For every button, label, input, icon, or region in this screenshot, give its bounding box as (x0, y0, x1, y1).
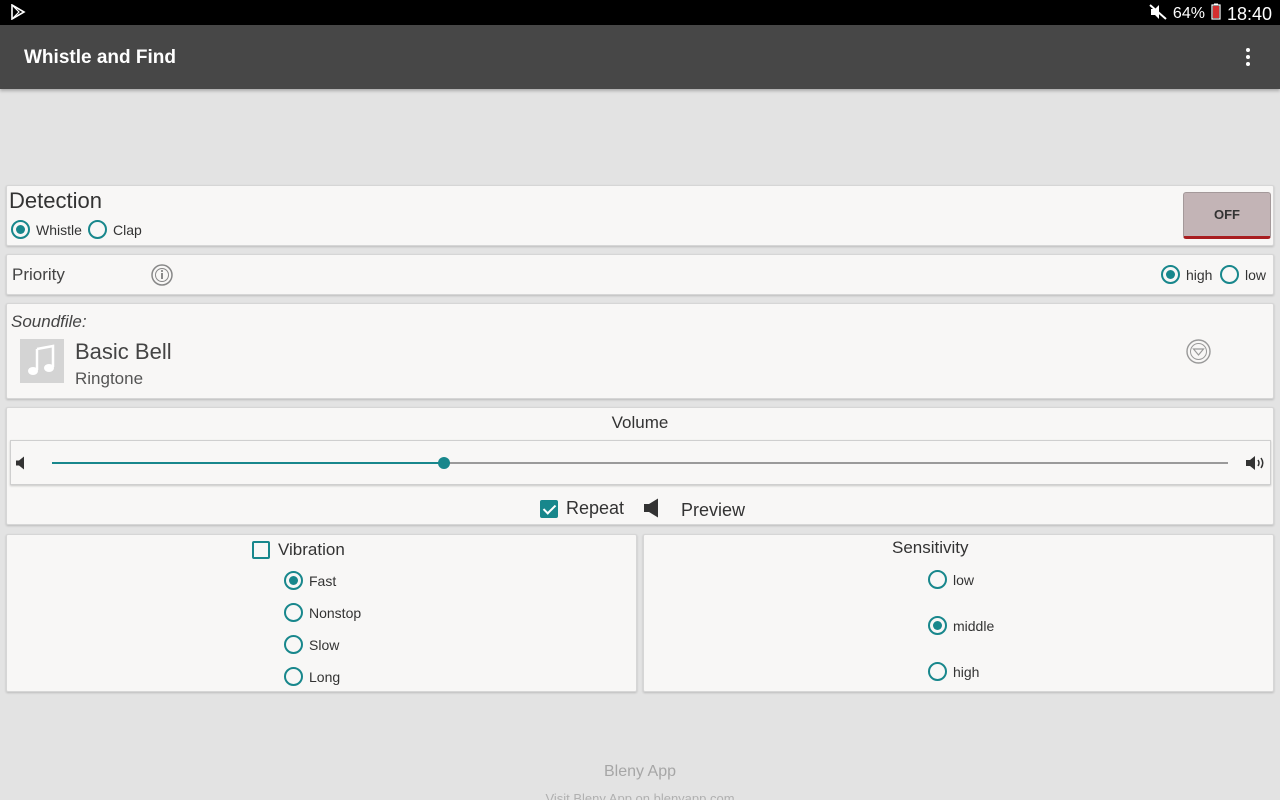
sensitivity-option-low[interactable]: low (928, 570, 974, 589)
vibration-nonstop-label: Nonstop (309, 604, 362, 621)
volume-max-icon (1245, 455, 1267, 476)
detection-card (6, 185, 1274, 246)
preview-label: Preview (681, 500, 746, 520)
sensitivity-option-high[interactable]: high (928, 662, 979, 681)
volume-slider-fill (52, 462, 444, 464)
sensitivity-option-middle[interactable]: middle (928, 616, 994, 635)
app-bar: Whistle and Find (0, 25, 1280, 89)
clap-radio[interactable] (88, 220, 107, 239)
detection-option-clap[interactable]: Clap (88, 220, 142, 239)
priority-low-label: low (1245, 266, 1267, 283)
mute-icon (1149, 3, 1167, 25)
volume-slider-thumb[interactable] (438, 457, 450, 469)
vibration-fast-radio[interactable] (284, 571, 303, 590)
overflow-menu-icon[interactable] (1242, 47, 1254, 67)
sensitivity-low-radio[interactable] (928, 570, 947, 589)
repeat-label: Repeat (566, 498, 625, 518)
info-icon[interactable] (151, 264, 173, 286)
app-title: Whistle and Find (24, 47, 176, 68)
battery-icon (1211, 3, 1221, 25)
vibration-option-fast[interactable]: Fast (284, 571, 336, 590)
footer-link[interactable]: Visit Bleny App on blenyapp.com (0, 791, 1280, 800)
music-note-icon (20, 339, 64, 383)
priority-high-radio[interactable] (1161, 265, 1180, 284)
vibration-option-slow[interactable]: Slow (284, 635, 339, 654)
volume-label: Volume (611, 413, 669, 432)
priority-label: Priority (12, 265, 65, 284)
sensitivity-middle-radio[interactable] (928, 616, 947, 635)
detection-toggle-button[interactable]: OFF (1183, 192, 1271, 239)
play-store-icon (10, 3, 26, 25)
vibration-checkbox[interactable] (252, 541, 270, 559)
soundfile-label: Soundfile: (11, 312, 87, 331)
vibration-option-long[interactable]: Long (284, 667, 340, 686)
vibration-slow-radio[interactable] (284, 635, 303, 654)
priority-option-high[interactable]: high (1161, 265, 1212, 284)
sensitivity-label: Sensitivity (892, 538, 969, 557)
vibration-fast-label: Fast (309, 572, 337, 589)
whistle-label: Whistle (36, 221, 82, 238)
vibration-label: Vibration (278, 540, 345, 559)
soundfile-name: Basic Bell (75, 339, 172, 364)
vibration-long-label: Long (309, 668, 341, 685)
soundfile-card[interactable] (6, 303, 1274, 399)
repeat-checkbox[interactable] (540, 499, 558, 518)
vibration-slow-label: Slow (309, 636, 340, 653)
clock: 18:40 (1226, 3, 1272, 24)
dropdown-circle-icon[interactable] (1186, 339, 1211, 364)
battery-percent: 64% (1172, 5, 1205, 22)
sensitivity-high-radio[interactable] (928, 662, 947, 681)
detection-title: Detection (9, 188, 102, 213)
status-bar: 64% 18:40 (0, 0, 1280, 25)
vibration-nonstop-radio[interactable] (284, 603, 303, 622)
priority-high-label: high (1186, 266, 1213, 283)
vibration-option-nonstop[interactable]: Nonstop (284, 603, 361, 622)
sensitivity-low-label: low (953, 571, 975, 588)
vibration-checkbox-row[interactable]: Vibration (252, 540, 345, 560)
soundfile-type: Ringtone (75, 369, 144, 388)
whistle-radio[interactable] (11, 220, 30, 239)
footer-brand: Bleny App (603, 763, 677, 780)
preview-button[interactable]: Preview (643, 498, 745, 523)
priority-card (6, 254, 1274, 295)
repeat-checkbox-row[interactable]: Repeat (540, 498, 624, 519)
speaker-icon (643, 498, 661, 523)
priority-option-low[interactable]: low (1220, 265, 1266, 284)
sensitivity-high-label: high (953, 663, 980, 680)
detection-option-whistle[interactable]: Whistle (11, 220, 82, 239)
vibration-long-radio[interactable] (284, 667, 303, 686)
sensitivity-middle-label: middle (953, 617, 995, 634)
priority-low-radio[interactable] (1220, 265, 1239, 284)
volume-min-icon (15, 456, 27, 475)
clap-label: Clap (113, 221, 142, 238)
